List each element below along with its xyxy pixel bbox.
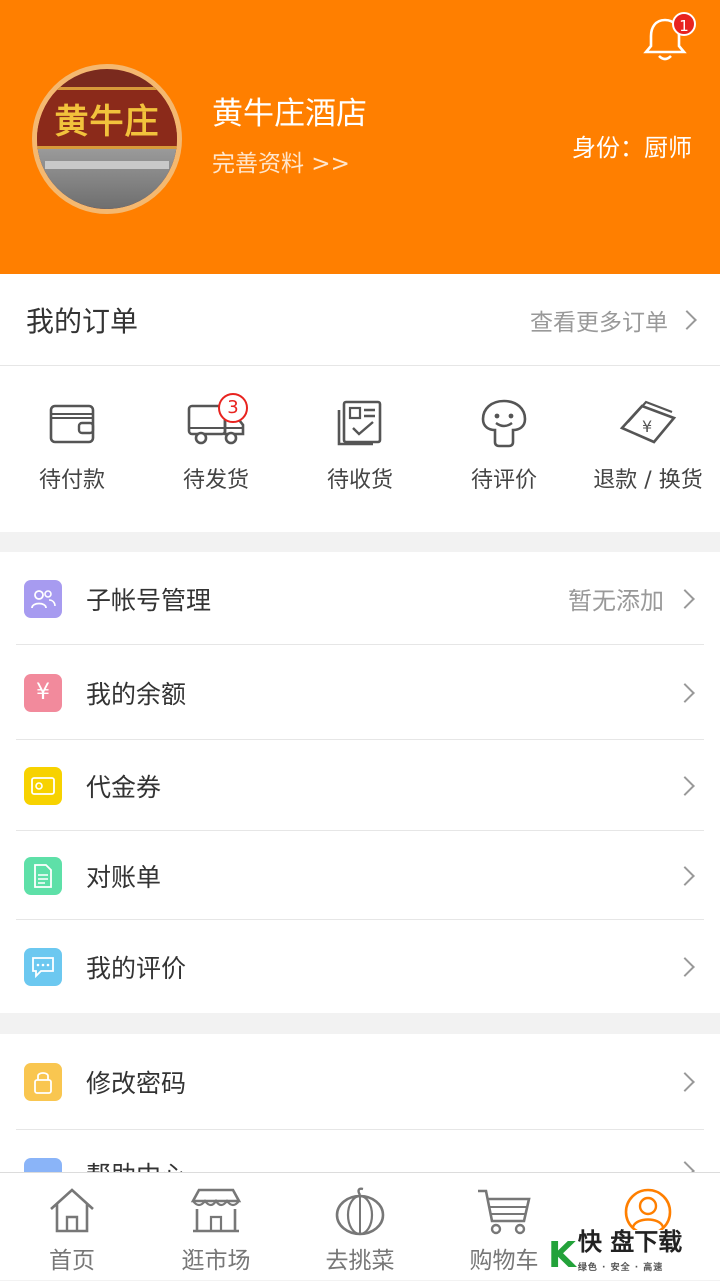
settings-menu: 修改密码 帮助中心 — [0, 1034, 720, 1174]
watermark-k: K — [548, 1234, 576, 1276]
identity-label: 身份：厨师 — [572, 134, 692, 162]
menu-right — [675, 682, 695, 703]
avatar-shop-sign: 黄牛庄 — [37, 87, 177, 149]
shop-name: 黄牛庄酒店 — [212, 96, 367, 132]
menu-help-center[interactable]: 帮助中心 — [0, 1130, 720, 1174]
order-pending-receipt[interactable]: 待收货 — [288, 366, 432, 532]
receipt-icon — [337, 400, 382, 446]
menu-label: 修改密码 — [86, 1069, 187, 1098]
chevron-right-icon — [675, 682, 695, 703]
watermark-subtext: 绿色 · 安全 · 高速 — [577, 1263, 664, 1273]
tab-label: 首页 — [49, 1248, 95, 1274]
wallet-icon — [49, 404, 95, 444]
order-refund-exchange[interactable]: ¥ 退款 / 换货 — [576, 366, 720, 532]
menu-label: 对账单 — [86, 862, 162, 892]
order-status-row: 待付款 待发货 待收货 待评价 ¥ 退款 / 换货 — [0, 366, 720, 532]
smile-icon — [481, 399, 527, 448]
complete-profile-link[interactable]: 完善资料 >> — [212, 144, 350, 178]
avatar-building — [37, 149, 177, 209]
refund-icon: ¥ — [619, 400, 677, 444]
order-refund-exchange-label: 退款 / 换货 — [593, 468, 703, 493]
order-pending-review-label: 待评价 — [470, 468, 537, 493]
menu-label: 我的余额 — [86, 679, 187, 709]
tab-home[interactable]: 首页 — [0, 1173, 144, 1280]
menu-right — [675, 865, 695, 886]
profile-header: 黄牛庄 黄牛庄酒店 完善资料 >> 身份：厨师 1 — [0, 0, 720, 274]
menu-vouchers[interactable]: 代金券 — [0, 740, 720, 831]
chevron-right-icon — [675, 865, 695, 886]
yen-icon: ¥ — [24, 673, 62, 712]
view-more-orders-label: 查看更多订单 — [530, 309, 668, 336]
menu-label: 我的评价 — [86, 953, 187, 983]
document-icon — [24, 856, 62, 895]
pumpkin-icon — [335, 1187, 385, 1236]
coupon-icon — [24, 766, 62, 805]
chevron-right-icon — [675, 588, 695, 609]
menu-right: 暂无添加 — [568, 581, 695, 616]
order-pending-receipt-label: 待收货 — [326, 468, 393, 493]
svg-text:¥: ¥ — [642, 417, 652, 436]
order-pending-shipment[interactable]: 待发货 — [144, 366, 288, 532]
tab-label: 去挑菜 — [325, 1248, 395, 1274]
comment-icon — [24, 947, 62, 986]
notification-badge: 1 — [672, 12, 696, 36]
lock-icon — [24, 1063, 62, 1101]
menu-my-reviews[interactable]: 我的评价 — [0, 920, 720, 1013]
order-pending-shipment-label: 待发货 — [182, 468, 249, 493]
menu-my-balance[interactable]: ¥ 我的余额 — [0, 645, 720, 740]
order-pending-payment-label: 待付款 — [38, 468, 105, 493]
tab-market[interactable]: 逛市场 — [144, 1173, 288, 1280]
menu-statement[interactable]: 对账单 — [0, 831, 720, 920]
orders-header: 我的订单 查看更多订单 — [0, 274, 720, 366]
orders-title: 我的订单 — [26, 304, 139, 338]
tab-label: 逛市场 — [181, 1248, 251, 1274]
watermark-text-block: 快 盘下载 绿色 · 安全 · 高速 — [578, 1229, 682, 1281]
menu-sub-accounts[interactable]: 子帐号管理 暂无添加 — [0, 552, 720, 645]
market-icon — [190, 1188, 242, 1233]
users-icon — [24, 579, 62, 618]
pending-shipment-badge: 3 — [218, 393, 248, 423]
chevron-right-icon — [675, 775, 695, 796]
chevron-right-icon — [675, 956, 695, 977]
menu-right-text: 暂无添加 — [568, 587, 664, 615]
order-pending-payment[interactable]: 待付款 — [0, 366, 144, 532]
watermark-text: 快 盘下载 — [577, 1228, 683, 1256]
menu-label: 子帐号管理 — [86, 585, 212, 615]
menu-right — [675, 956, 695, 977]
tab-pick-vegetables[interactable]: 去挑菜 — [288, 1173, 432, 1280]
menu-right — [675, 775, 695, 796]
menu-label: 代金券 — [86, 772, 162, 802]
chevron-right-icon — [675, 1072, 695, 1092]
home-icon — [50, 1188, 94, 1233]
order-pending-review[interactable]: 待评价 — [432, 366, 576, 532]
chevron-right-icon — [677, 309, 697, 330]
my-orders-card: 我的订单 查看更多订单 待付款 待发货 待收货 待评价 ¥ 退款 / 换货 — [0, 274, 720, 532]
menu-change-password[interactable]: 修改密码 — [0, 1034, 720, 1130]
avatar[interactable]: 黄牛庄 — [32, 64, 182, 214]
menu-right — [675, 1072, 695, 1092]
account-menu: 子帐号管理 暂无添加 ¥ 我的余额 代金券 对账单 我的评价 — [0, 552, 720, 1013]
cart-icon — [478, 1189, 531, 1235]
view-more-orders-link[interactable]: 查看更多订单 — [530, 303, 697, 337]
watermark-logo: K 快 盘下载 绿色 · 安全 · 高速 — [548, 1229, 720, 1281]
